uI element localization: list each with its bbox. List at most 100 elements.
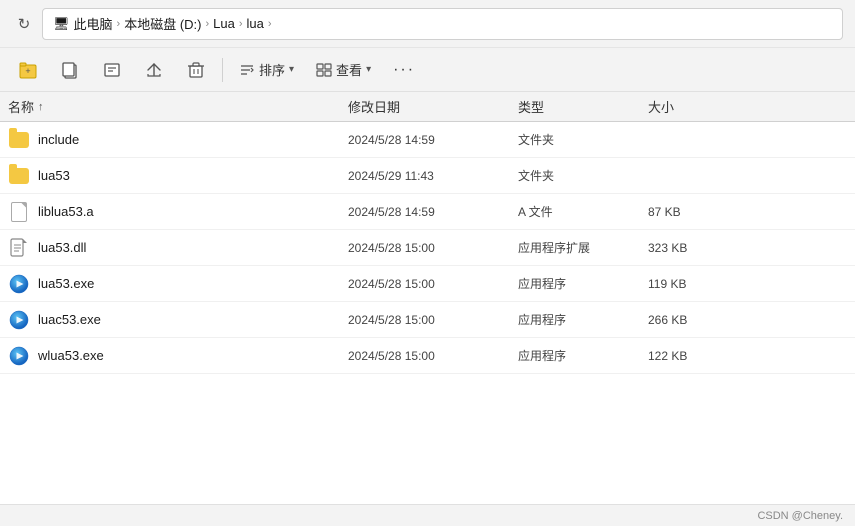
file-type-cell: A 文件 xyxy=(518,203,648,220)
file-name-label: luac53.exe xyxy=(38,312,101,327)
file-size-cell: 122 KB xyxy=(648,349,748,363)
file-type-cell: 应用程序 xyxy=(518,347,648,364)
file-date-cell: 2024/5/28 14:59 xyxy=(348,133,518,147)
status-bar: CSDN @Cheney. xyxy=(0,504,855,526)
file-name-cell: lua53.exe xyxy=(8,273,348,295)
file-icon-wrapper xyxy=(8,237,30,259)
folder-icon xyxy=(9,168,29,184)
file-name-label: lua53 xyxy=(38,168,70,183)
file-name-cell: wlua53.exe xyxy=(8,345,348,367)
file-name-label: include xyxy=(38,132,79,147)
file-icon xyxy=(11,202,27,222)
file-type-cell: 文件夹 xyxy=(518,167,648,184)
breadcrumb-sep-1: › xyxy=(117,18,121,30)
file-date-cell: 2024/5/28 15:00 xyxy=(348,241,518,255)
breadcrumb-lua2-label: lua xyxy=(247,16,264,31)
watermark: CSDN @Cheney. xyxy=(757,510,843,522)
breadcrumb-pc-label: 此电脑 xyxy=(74,14,113,33)
breadcrumb-sep-4: › xyxy=(268,18,272,30)
main-content: 名称 ↑ 修改日期 类型 大小 include 2024/5/28 14:59 … xyxy=(0,92,855,504)
sort-label: 排序 xyxy=(259,60,285,79)
file-name-label: wlua53.exe xyxy=(38,348,104,363)
table-row[interactable]: liblua53.a 2024/5/28 14:59 A 文件 87 KB xyxy=(0,194,855,230)
column-date-header[interactable]: 修改日期 xyxy=(348,97,518,116)
svg-text:+: + xyxy=(25,66,30,76)
breadcrumb-lua[interactable]: Lua xyxy=(213,16,235,31)
table-row[interactable]: wlua53.exe 2024/5/28 15:00 应用程序 122 KB xyxy=(0,338,855,374)
column-type-label: 类型 xyxy=(518,100,544,115)
breadcrumb-sep-3: › xyxy=(239,18,243,30)
breadcrumb-sep-2: › xyxy=(205,18,209,30)
copy-button[interactable] xyxy=(50,51,90,89)
file-date-cell: 2024/5/29 11:43 xyxy=(348,169,518,183)
app-icon xyxy=(9,274,29,294)
toolbar: + xyxy=(0,48,855,92)
more-dots: ··· xyxy=(393,61,415,79)
title-bar: ↻ 🖥 此电脑 › 本地磁盘 (D:) › Lua › lua › xyxy=(0,0,855,48)
view-chevron: ▾ xyxy=(366,64,371,75)
file-icon-wrapper xyxy=(8,345,30,367)
file-date-cell: 2024/5/28 15:00 xyxy=(348,349,518,363)
delete-button[interactable] xyxy=(176,51,216,89)
file-size-cell: 266 KB xyxy=(648,313,748,327)
column-type-header[interactable]: 类型 xyxy=(518,97,648,116)
file-name-cell: lua53.dll xyxy=(8,237,348,259)
file-size-cell: 87 KB xyxy=(648,205,748,219)
breadcrumb: 🖥 此电脑 › 本地磁盘 (D:) › Lua › lua › xyxy=(42,8,843,40)
sort-chevron: ▾ xyxy=(289,64,294,75)
table-row[interactable]: lua53.dll 2024/5/28 15:00 应用程序扩展 323 KB xyxy=(0,230,855,266)
app-icon xyxy=(9,310,29,330)
pc-icon: 🖥 xyxy=(53,16,70,32)
app-icon xyxy=(9,346,29,366)
file-name-cell: include xyxy=(8,129,348,151)
file-type-cell: 文件夹 xyxy=(518,131,648,148)
file-date-cell: 2024/5/28 14:59 xyxy=(348,205,518,219)
table-row[interactable]: include 2024/5/28 14:59 文件夹 xyxy=(0,122,855,158)
file-size-cell: 119 KB xyxy=(648,277,748,291)
file-icon-wrapper xyxy=(8,129,30,151)
view-button[interactable]: 查看 ▾ xyxy=(306,51,381,89)
view-label: 查看 xyxy=(336,60,362,79)
more-button[interactable]: ··· xyxy=(383,51,425,89)
table-row[interactable]: luac53.exe 2024/5/28 15:00 应用程序 266 KB xyxy=(0,302,855,338)
column-size-label: 大小 xyxy=(648,100,674,115)
column-date-label: 修改日期 xyxy=(348,100,400,115)
breadcrumb-lua-label: Lua xyxy=(213,16,235,31)
file-size-cell: 323 KB xyxy=(648,241,748,255)
file-date-cell: 2024/5/28 15:00 xyxy=(348,313,518,327)
breadcrumb-localdisk-label: 本地磁盘 (D:) xyxy=(124,14,201,33)
folder-icon xyxy=(9,132,29,148)
file-date-cell: 2024/5/28 15:00 xyxy=(348,277,518,291)
table-row[interactable]: lua53.exe 2024/5/28 15:00 应用程序 119 KB xyxy=(0,266,855,302)
file-name-cell: liblua53.a xyxy=(8,201,348,223)
file-name-label: lua53.dll xyxy=(38,240,86,255)
column-name-header[interactable]: 名称 ↑ xyxy=(8,97,348,116)
breadcrumb-localdisk[interactable]: 本地磁盘 (D:) xyxy=(124,14,201,33)
rename-button[interactable] xyxy=(92,51,132,89)
file-name-label: liblua53.a xyxy=(38,204,94,219)
file-name-cell: lua53 xyxy=(8,165,348,187)
table-row[interactable]: lua53 2024/5/29 11:43 文件夹 xyxy=(0,158,855,194)
toolbar-separator-1 xyxy=(222,58,223,82)
file-name-cell: luac53.exe xyxy=(8,309,348,331)
file-icon-wrapper xyxy=(8,165,30,187)
breadcrumb-lua2[interactable]: lua xyxy=(247,16,264,31)
file-icon-wrapper xyxy=(8,273,30,295)
dll-icon xyxy=(10,238,28,258)
file-list: include 2024/5/28 14:59 文件夹 lua53 2024/5… xyxy=(0,122,855,504)
refresh-icon[interactable]: ↻ xyxy=(12,12,36,36)
column-headers: 名称 ↑ 修改日期 类型 大小 xyxy=(0,92,855,122)
breadcrumb-pc[interactable]: 🖥 此电脑 xyxy=(53,14,113,33)
column-name-label: 名称 xyxy=(8,97,34,116)
file-name-label: lua53.exe xyxy=(38,276,94,291)
sort-button[interactable]: 排序 ▾ xyxy=(229,51,304,89)
file-type-cell: 应用程序 xyxy=(518,311,648,328)
file-type-cell: 应用程序 xyxy=(518,275,648,292)
file-icon-wrapper xyxy=(8,309,30,331)
file-type-cell: 应用程序扩展 xyxy=(518,239,648,256)
share-button[interactable] xyxy=(134,51,174,89)
file-icon-wrapper xyxy=(8,201,30,223)
sort-arrow-icon: ↑ xyxy=(38,101,44,113)
new-folder-button[interactable]: + xyxy=(8,51,48,89)
column-size-header[interactable]: 大小 xyxy=(648,97,748,116)
